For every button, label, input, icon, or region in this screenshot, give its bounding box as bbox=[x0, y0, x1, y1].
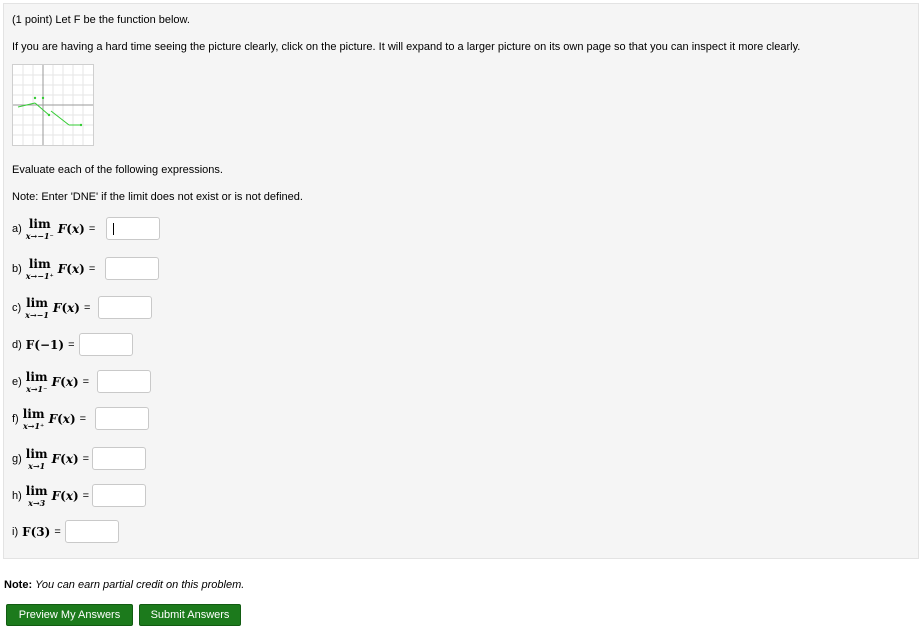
question-row: f) lim x→1⁺ F(x) = bbox=[12, 404, 92, 434]
function-expression: F(x) bbox=[51, 375, 79, 389]
limit-subscript: x→3 bbox=[28, 498, 46, 508]
question-label: c) bbox=[12, 302, 22, 314]
lim-word: lim bbox=[28, 257, 51, 271]
answer-input[interactable] bbox=[97, 370, 151, 393]
equals-sign: = bbox=[82, 453, 90, 465]
text-cursor bbox=[113, 223, 114, 235]
preview-answers-button[interactable]: Preview My Answers bbox=[6, 604, 133, 626]
equals-sign: = bbox=[88, 263, 96, 275]
limit-operator: lim x→3 bbox=[26, 485, 48, 507]
function-value-expression: F(−1) bbox=[25, 338, 65, 352]
answer-input[interactable] bbox=[95, 407, 149, 430]
note-label: Note: bbox=[4, 579, 33, 591]
question-row: d) F(−1) = bbox=[12, 330, 81, 360]
partial-credit-note: Note: You can earn partial credit on thi… bbox=[4, 579, 244, 591]
limit-subscript: x→−1 bbox=[25, 310, 49, 320]
lim-word: lim bbox=[25, 370, 48, 384]
evaluate-instruction: Evaluate each of the following expressio… bbox=[12, 164, 223, 176]
equals-sign: = bbox=[54, 526, 61, 538]
answer-input[interactable] bbox=[92, 447, 146, 470]
question-label: d) bbox=[12, 339, 22, 351]
question-row: c) lim x→−1 F(x) = bbox=[12, 293, 96, 323]
lim-word: lim bbox=[26, 296, 48, 310]
limit-operator: lim x→1⁺ bbox=[23, 408, 45, 430]
limit-operator: lim x→1⁻ bbox=[26, 371, 48, 393]
question-row: b) lim x→−1⁺ F(x) = bbox=[12, 254, 101, 284]
function-variable: x bbox=[65, 489, 73, 503]
equals-sign: = bbox=[82, 376, 90, 388]
function-expression: F(x) bbox=[51, 452, 79, 466]
limit-subscript: x→1 bbox=[28, 461, 46, 471]
limit-subscript: x→1⁺ bbox=[23, 421, 45, 431]
function-name: F bbox=[48, 412, 58, 426]
function-expression: F(x) bbox=[51, 489, 79, 503]
answer-input[interactable] bbox=[98, 296, 152, 319]
limit-operator: lim x→1 bbox=[26, 448, 48, 470]
function-variable: x bbox=[71, 262, 80, 276]
function-expression: F(x) bbox=[52, 301, 80, 315]
limit-subscript: x→−1⁺ bbox=[25, 271, 54, 281]
function-variable: x bbox=[71, 222, 80, 236]
answer-input[interactable] bbox=[105, 257, 159, 280]
function-name: F bbox=[52, 301, 62, 315]
function-value-expression: F(3) bbox=[22, 525, 51, 539]
question-row: a) lim x→−1⁻ F(x) = bbox=[12, 214, 101, 244]
graph-image bbox=[13, 65, 93, 145]
answer-input[interactable] bbox=[92, 484, 146, 507]
question-label: a) bbox=[12, 223, 22, 235]
function-variable: x bbox=[67, 301, 75, 315]
picture-hint: If you are having a hard time seeing the… bbox=[12, 41, 801, 53]
limit-subscript: x→−1⁻ bbox=[25, 231, 54, 241]
problem-header: (1 point) Let F be the function below. bbox=[12, 14, 190, 26]
function-expression: F(x) bbox=[57, 262, 85, 276]
problem-panel: (1 point) Let F be the function below. I… bbox=[3, 3, 919, 559]
function-expression: F(x) bbox=[57, 222, 85, 236]
function-expression: F(x) bbox=[48, 412, 76, 426]
function-variable: x bbox=[65, 375, 73, 389]
equals-sign: = bbox=[82, 490, 90, 502]
limit-subscript: x→1⁻ bbox=[26, 384, 48, 394]
function-name: F bbox=[51, 452, 61, 466]
lim-word: lim bbox=[25, 484, 48, 498]
function-graph-thumbnail[interactable] bbox=[12, 64, 94, 146]
equals-sign: = bbox=[79, 413, 87, 425]
question-row: h) lim x→3 F(x) = bbox=[12, 481, 95, 511]
lim-word: lim bbox=[25, 447, 48, 461]
question-label: f) bbox=[12, 413, 19, 425]
function-name: F bbox=[57, 262, 67, 276]
question-label: b) bbox=[12, 263, 22, 275]
question-row: i) F(3) = bbox=[12, 517, 67, 547]
function-name: F bbox=[51, 489, 61, 503]
answer-input[interactable] bbox=[79, 333, 133, 356]
function-variable: x bbox=[62, 412, 70, 426]
dne-note: Note: Enter 'DNE' if the limit does not … bbox=[12, 191, 303, 203]
note-text: You can earn partial credit on this prob… bbox=[35, 579, 245, 591]
equals-sign: = bbox=[88, 223, 96, 235]
question-label: h) bbox=[12, 490, 22, 502]
function-name: F bbox=[51, 375, 61, 389]
function-variable: x bbox=[65, 452, 73, 466]
lim-word: lim bbox=[22, 407, 45, 421]
answer-input[interactable] bbox=[65, 520, 119, 543]
equals-sign: = bbox=[68, 339, 75, 351]
question-label: e) bbox=[12, 376, 22, 388]
answer-input[interactable] bbox=[106, 217, 160, 240]
equals-sign: = bbox=[83, 302, 91, 314]
submit-answers-button[interactable]: Submit Answers bbox=[139, 604, 241, 626]
question-row: g) lim x→1 F(x) = bbox=[12, 444, 95, 474]
function-name: F bbox=[57, 222, 67, 236]
question-row: e) lim x→1⁻ F(x) = bbox=[12, 367, 95, 397]
limit-operator: lim x→−1⁻ bbox=[26, 218, 54, 240]
question-label: i) bbox=[12, 526, 19, 538]
limit-operator: lim x→−1 bbox=[25, 297, 49, 319]
lim-word: lim bbox=[28, 217, 51, 231]
question-label: g) bbox=[12, 453, 22, 465]
limit-operator: lim x→−1⁺ bbox=[26, 258, 54, 280]
